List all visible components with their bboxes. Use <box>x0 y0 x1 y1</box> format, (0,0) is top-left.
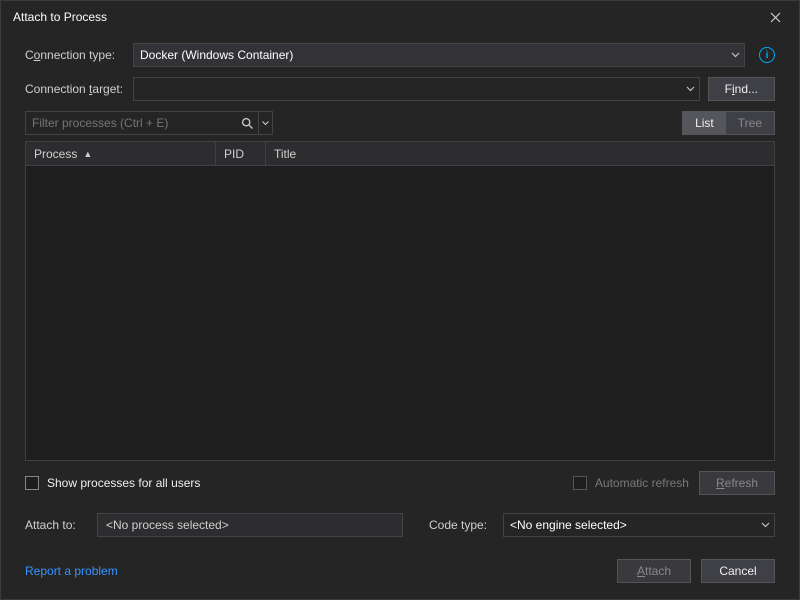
code-type-combo[interactable]: <No engine selected> <box>503 513 775 537</box>
view-toggle: List Tree <box>682 111 775 135</box>
footer: Report a problem Attach Cancel <box>25 559 775 583</box>
filter-box[interactable] <box>25 111 273 135</box>
filter-input[interactable] <box>26 116 237 130</box>
cancel-button[interactable]: Cancel <box>701 559 775 583</box>
attach-to-field[interactable]: <No process selected> <box>97 513 403 537</box>
code-type-label: Code type: <box>429 518 493 532</box>
connection-type-row: Connection type: Docker (Windows Contain… <box>25 43 775 67</box>
refresh-button: Refresh <box>699 471 775 495</box>
col-title-header[interactable]: Title <box>266 142 774 165</box>
col-process-header[interactable]: Process ▲ <box>26 142 216 165</box>
close-icon <box>770 12 781 23</box>
chevron-down-icon <box>686 86 695 92</box>
connection-target-combo[interactable] <box>133 77 700 101</box>
info-icon[interactable]: i <box>759 47 775 63</box>
grid-header: Process ▲ PID Title <box>26 142 774 166</box>
attach-code-row: Attach to: <No process selected> Code ty… <box>25 513 775 537</box>
connection-target-row: Connection target: Find... <box>25 77 775 101</box>
show-all-users-checkbox[interactable]: Show processes for all users <box>25 476 200 490</box>
titlebar: Attach to Process <box>1 1 799 33</box>
window-title: Attach to Process <box>13 10 759 24</box>
checkbox-box <box>573 476 587 490</box>
grid-body[interactable] <box>26 166 774 460</box>
connection-type-combo[interactable]: Docker (Windows Container) <box>133 43 745 67</box>
attach-button: Attach <box>617 559 691 583</box>
attach-to-label: Attach to: <box>25 518 87 532</box>
connection-target-label: Connection target: <box>25 82 125 96</box>
checkbox-box <box>25 476 39 490</box>
attach-to-process-dialog: Attach to Process Connection type: Docke… <box>0 0 800 600</box>
below-grid-row: Show processes for all users Automatic r… <box>25 471 775 495</box>
connection-type-label: Connection type: <box>25 48 125 62</box>
chevron-down-icon <box>731 52 740 58</box>
close-button[interactable] <box>759 1 791 33</box>
chevron-down-icon <box>761 522 770 528</box>
filter-dropdown[interactable] <box>258 112 272 134</box>
connection-type-value: Docker (Windows Container) <box>140 48 293 62</box>
report-problem-link[interactable]: Report a problem <box>25 564 118 578</box>
process-grid: Process ▲ PID Title <box>25 141 775 461</box>
automatic-refresh-checkbox: Automatic refresh <box>573 476 689 490</box>
tree-view-button[interactable]: Tree <box>726 112 774 134</box>
list-view-button[interactable]: List <box>683 112 726 134</box>
find-button[interactable]: Find... <box>708 77 775 101</box>
col-pid-header[interactable]: PID <box>216 142 266 165</box>
sort-asc-icon: ▲ <box>83 149 92 159</box>
toolbar-row: List Tree <box>25 111 775 135</box>
search-icon[interactable] <box>237 117 258 130</box>
